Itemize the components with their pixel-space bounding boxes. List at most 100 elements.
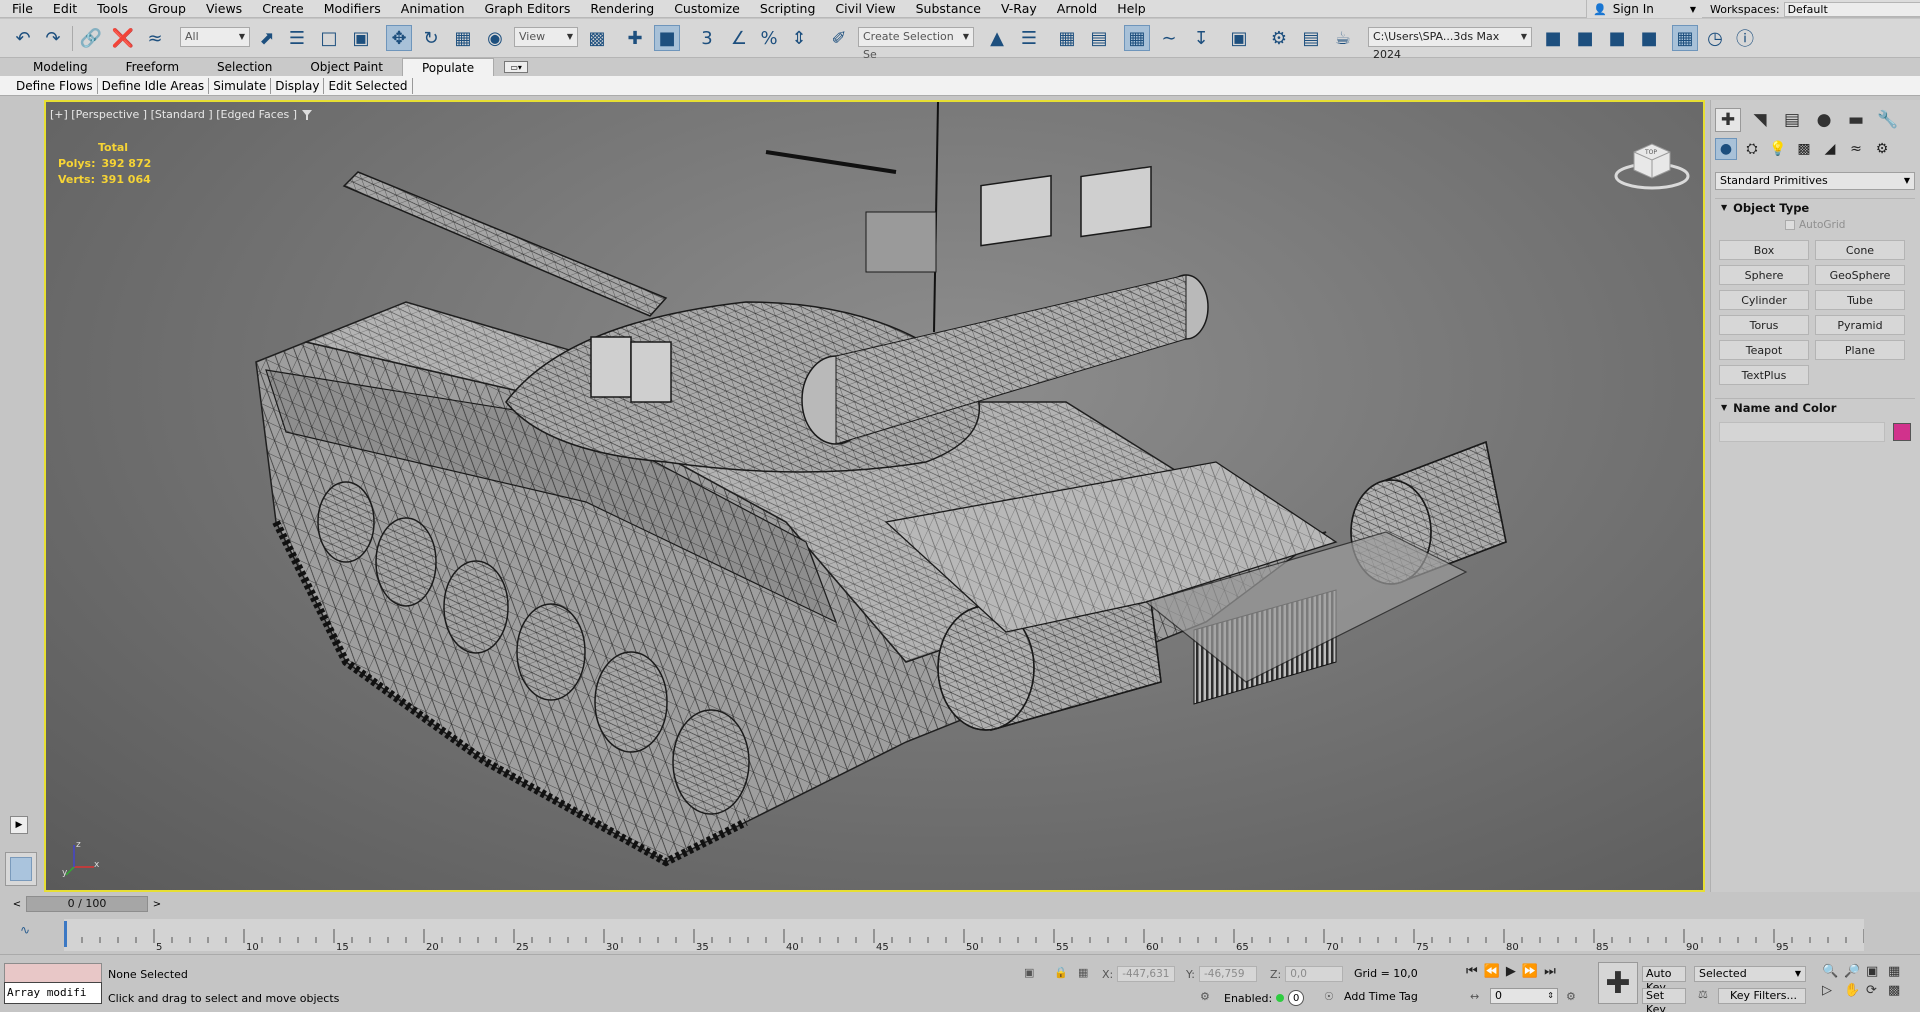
project-icon[interactable]: ■ <box>1540 25 1566 51</box>
viewport-layout-icon[interactable]: ▦ <box>1672 25 1698 51</box>
tab-object-paint[interactable]: Object Paint <box>291 58 402 76</box>
menu-modifiers[interactable]: Modifiers <box>314 0 391 18</box>
hierarchy-tab-icon[interactable]: ▤ <box>1779 108 1805 132</box>
workspace-select[interactable]: Default ▼ <box>1783 1 1920 17</box>
project-folder-icon[interactable]: ■ <box>1572 25 1598 51</box>
menu-civil-view[interactable]: Civil View <box>825 0 905 18</box>
reference-coordinate-dropdown[interactable]: View ▼ <box>514 27 578 47</box>
select-scale-icon[interactable]: ▦ <box>450 25 476 51</box>
object-color-swatch[interactable] <box>1893 423 1911 441</box>
select-manipulate-icon[interactable]: ✚ <box>622 25 648 51</box>
teapot-button[interactable]: Teapot <box>1719 340 1809 360</box>
select-rotate-icon[interactable]: ↻ <box>418 25 444 51</box>
menu-tools[interactable]: Tools <box>87 0 138 18</box>
previous-key-icon[interactable]: ⏪ <box>1484 964 1500 979</box>
add-time-tag[interactable]: Add Time Tag <box>1344 990 1418 1003</box>
plane-button[interactable]: Plane <box>1815 340 1905 360</box>
object-name-input[interactable] <box>1719 422 1886 442</box>
box-button[interactable]: Box <box>1719 240 1809 260</box>
viewport-layout-tab[interactable] <box>5 852 37 886</box>
auto-key-button[interactable]: Auto Key <box>1642 966 1686 994</box>
rendered-frame-window-icon[interactable]: ▤ <box>1298 25 1324 51</box>
curve-editor-mini-icon[interactable]: ∿ <box>20 923 30 937</box>
project-folder-dropdown[interactable]: C:\Users\SPA...3ds Max 2024 ▼ <box>1368 27 1532 61</box>
orbit-icon[interactable]: ⟳ <box>1866 983 1888 998</box>
tab-freeform[interactable]: Freeform <box>107 58 198 76</box>
z-coordinate-field[interactable]: 0,0 <box>1285 966 1344 982</box>
time-tag-icon[interactable]: ☉ <box>1324 990 1334 1003</box>
adaptive-degradation-icon[interactable]: ⚙ <box>1200 990 1210 1003</box>
populate-simulate-button[interactable]: Simulate <box>209 77 272 94</box>
next-frame-icon[interactable]: > <box>150 897 164 911</box>
tab-selection[interactable]: Selection <box>198 58 291 76</box>
percent-snap-icon[interactable]: % <box>756 25 782 51</box>
ribbon-minimize-icon[interactable]: ▭▾ <box>504 61 529 73</box>
field-of-view-icon[interactable]: ▷ <box>1822 983 1844 998</box>
render-setup-icon[interactable]: ⚙ <box>1266 25 1292 51</box>
edit-named-selection-icon[interactable]: ✐ <box>826 25 852 51</box>
zoom-extents-all-icon[interactable]: ▦ <box>1888 964 1910 979</box>
toggle-ribbon-icon[interactable]: ▦ <box>1124 25 1150 51</box>
systems-icon[interactable]: ⚙ <box>1871 138 1893 160</box>
track-ruler[interactable]: 5101520253035404550556065707580859095100 <box>63 919 1885 953</box>
go-to-start-icon[interactable]: ⏮ <box>1466 964 1478 979</box>
tank-model[interactable] <box>46 102 1705 892</box>
enabled-toggle[interactable]: Enabled: 0 <box>1224 990 1305 1006</box>
populate-edit-selected-button[interactable]: Edit Selected <box>324 77 413 94</box>
pan-icon[interactable]: ✋ <box>1844 983 1866 998</box>
menu-substance[interactable]: Substance <box>906 0 991 18</box>
previous-frame-icon[interactable]: < <box>10 897 24 911</box>
helpers-icon[interactable]: ◢ <box>1819 138 1841 160</box>
redo-icon[interactable]: ↷ <box>40 25 66 51</box>
window-crossing-icon[interactable]: ▣ <box>348 25 374 51</box>
select-place-icon[interactable]: ◉ <box>482 25 508 51</box>
set-keys-icon[interactable]: ✚ <box>1598 962 1638 1004</box>
tab-modeling[interactable]: Modeling <box>14 58 107 76</box>
tube-button[interactable]: Tube <box>1815 290 1905 310</box>
sign-in-dropdown[interactable]: 👤 Sign In ▼ <box>1586 0 1702 18</box>
project-settings-icon[interactable]: ■ <box>1604 25 1630 51</box>
menu-customize[interactable]: Customize <box>664 0 750 18</box>
populate-define-flows-button[interactable]: Define Flows <box>12 77 98 94</box>
menu-help[interactable]: Help <box>1107 0 1156 18</box>
bind-space-warp-icon[interactable]: ≈ <box>142 25 168 51</box>
torus-button[interactable]: Torus <box>1719 315 1809 335</box>
menu-create[interactable]: Create <box>252 0 314 18</box>
menu-rendering[interactable]: Rendering <box>580 0 664 18</box>
rectangular-selection-icon[interactable]: □ <box>316 25 342 51</box>
modify-tab-icon[interactable]: ◥ <box>1747 108 1773 132</box>
current-frame-field[interactable]: 0 ⇕ <box>1490 988 1558 1004</box>
create-tab-icon[interactable]: ✚ <box>1715 108 1741 132</box>
named-selection-dropdown[interactable]: Create Selection Se ▼ <box>858 27 974 61</box>
name-color-header[interactable]: ▼ Name and Color <box>1715 398 1915 416</box>
utilities-tab-icon[interactable]: 🔧 <box>1875 108 1901 132</box>
snaps-toggle-icon[interactable]: 3 <box>694 25 720 51</box>
curve-editor-icon[interactable]: ∼ <box>1156 25 1182 51</box>
populate-display-button[interactable]: Display <box>271 77 325 94</box>
pyramid-button[interactable]: Pyramid <box>1815 315 1905 335</box>
toggle-layer-explorer-icon[interactable]: ▤ <box>1086 25 1112 51</box>
mirror-icon[interactable]: ▲ <box>984 25 1010 51</box>
geometry-icon[interactable]: ● <box>1715 138 1737 160</box>
menu-file[interactable]: File <box>0 0 43 18</box>
menu-animation[interactable]: Animation <box>391 0 475 18</box>
cylinder-button[interactable]: Cylinder <box>1719 290 1809 310</box>
x-coordinate-field[interactable]: -447,631 <box>1117 966 1176 982</box>
menu-graph-editors[interactable]: Graph Editors <box>475 0 581 18</box>
isolate-selection-icon[interactable]: ▣ <box>1024 966 1034 979</box>
menu-v-ray[interactable]: V-Ray <box>991 0 1047 18</box>
clock-12-icon[interactable]: ◷ <box>1702 25 1728 51</box>
lights-icon[interactable]: 💡 <box>1767 138 1789 160</box>
geosphere-button[interactable]: GeoSphere <box>1815 265 1905 285</box>
keyboard-shortcut-override-icon[interactable]: ■ <box>654 25 680 51</box>
key-mode-dropdown[interactable]: Selected ▼ <box>1694 966 1806 982</box>
key-filters-button[interactable]: Key Filters... <box>1718 988 1806 1004</box>
menu-group[interactable]: Group <box>138 0 196 18</box>
shapes-icon[interactable]: ⛭ <box>1741 138 1763 160</box>
display-tab-icon[interactable]: ▬ <box>1843 108 1869 132</box>
space-warps-icon[interactable]: ≈ <box>1845 138 1867 160</box>
perspective-viewport[interactable]: [+] [Perspective ] [Standard ] [Edged Fa… <box>44 100 1705 892</box>
spinner-snap-icon[interactable]: ⇕ <box>786 25 812 51</box>
menu-scripting[interactable]: Scripting <box>750 0 826 18</box>
textplus-button[interactable]: TextPlus <box>1719 365 1809 385</box>
